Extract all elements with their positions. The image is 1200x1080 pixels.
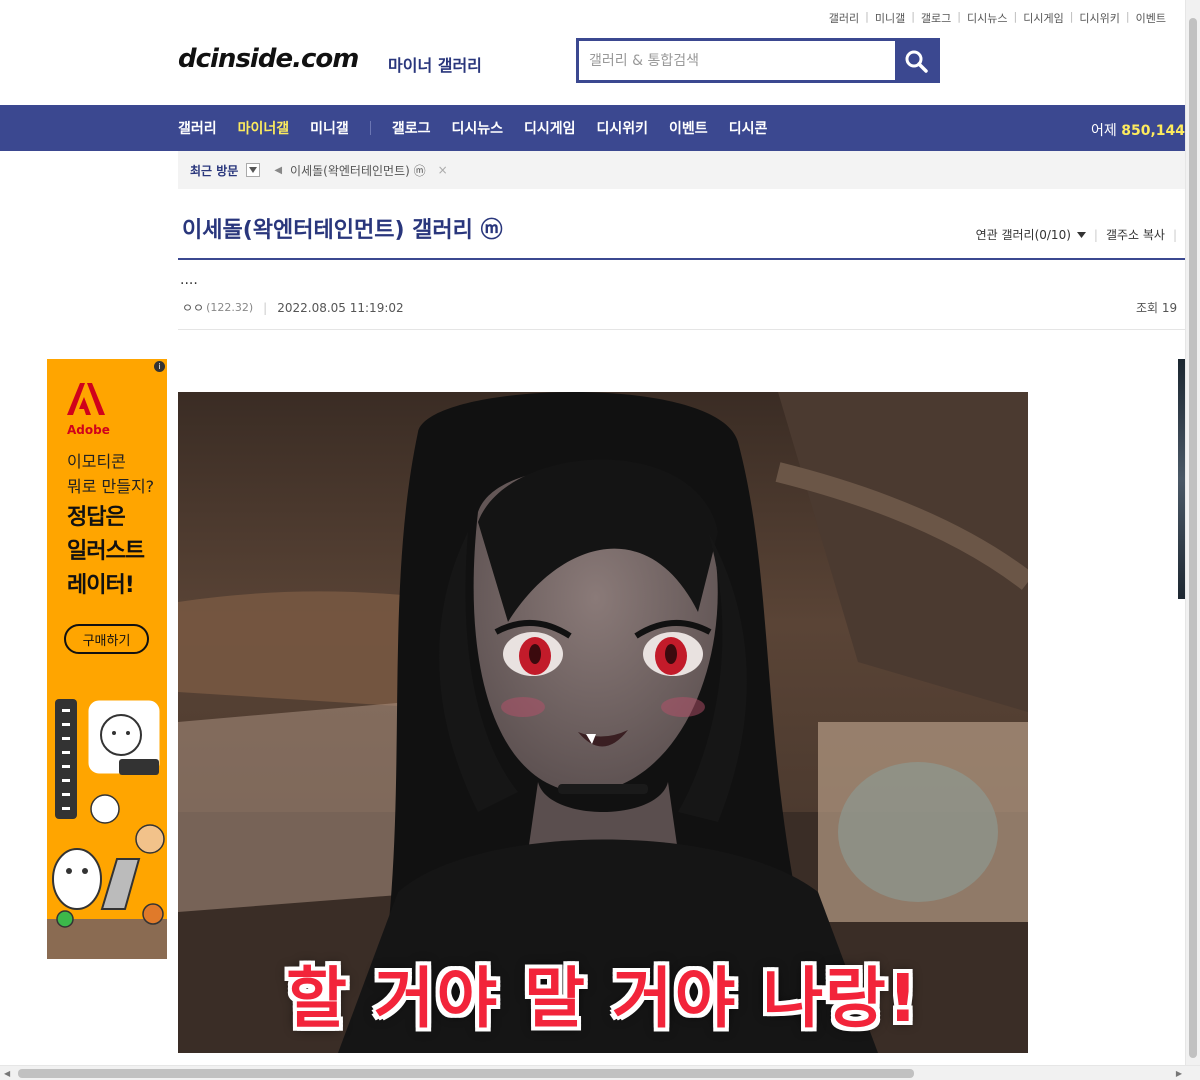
visitor-count: 어제 850,144 [1091, 120, 1185, 140]
ad-info-icon[interactable]: i [154, 361, 165, 372]
ad-brand: Adobe [67, 423, 110, 437]
nav-gallery[interactable]: 갤러리 [178, 118, 217, 138]
copy-address-button[interactable]: 갤주소 복사 [1106, 226, 1165, 243]
recent-visits-dropdown[interactable] [246, 163, 261, 177]
minor-gallery-label[interactable]: 마이너 갤러리 [388, 52, 482, 76]
post-date: 2022.08.05 11:19:02 [277, 300, 404, 315]
post-header-divider [178, 329, 1185, 330]
ad-question-line-2: 뭐로 만들지? [67, 477, 155, 496]
minor-badge-icon: ⓜ [480, 218, 503, 243]
util-link-wiki[interactable]: 디시위키 [1073, 10, 1125, 26]
ad-answer-line-2: 일러스트 [67, 539, 145, 564]
post-meta: ㅇㅇ (122.32) | 2022.08.05 11:19:02 [182, 299, 404, 316]
vertical-scrollbar[interactable] [1185, 0, 1200, 1065]
nav-game[interactable]: 디시게임 [524, 118, 576, 138]
nav-divider [369, 121, 371, 135]
image-caption: 할 거야 말 거야 나랑! [286, 960, 920, 1037]
scroll-right-icon[interactable]: ▶ [1176, 1069, 1182, 1078]
search-box [576, 38, 940, 83]
ad-question-line-1: 이모티콘 [67, 452, 126, 471]
recent-visits-bar: 최근 방문 ◀ 이세돌(왁엔터테인먼트) ⓜ × [178, 151, 1185, 189]
caret-down-icon [249, 167, 258, 173]
main-nav: 갤러리 마이너갤 미니갤 갤로그 디시뉴스 디시게임 디시위키 이벤트 디시콘 … [0, 105, 1185, 151]
util-link-event[interactable]: 이벤트 [1130, 10, 1172, 26]
nav-event[interactable]: 이벤트 [669, 118, 708, 138]
ad-answer: 정답은 일러스트 레이터! [67, 501, 145, 603]
nav-news[interactable]: 디시뉴스 [451, 118, 503, 138]
related-gallery-button[interactable]: 연관 갤러리(0/10) [976, 226, 1071, 243]
util-link-news[interactable]: 디시뉴스 [961, 10, 1013, 26]
recent-visit-item[interactable]: 이세돌(왁엔터테인먼트) ⓜ [290, 162, 426, 179]
caret-down-icon [1076, 231, 1086, 238]
post-title: .... [180, 272, 198, 288]
ad-illustration [47, 699, 167, 959]
util-link-minigall[interactable]: 미니갤 [869, 10, 911, 26]
util-link-gallery[interactable]: 갤러리 [823, 10, 865, 26]
yesterday-count: 850,144 [1121, 123, 1185, 139]
nav-minor-gallery[interactable]: 마이너갤 [238, 118, 290, 138]
ad-question: 이모티콘 뭐로 만들지? [67, 449, 154, 499]
nav-dccon[interactable]: 디시콘 [729, 118, 768, 138]
search-icon [905, 50, 928, 73]
post-image[interactable]: 할 거야 말 거야 나랑! [178, 392, 1028, 1053]
prev-arrow-icon[interactable]: ◀ [274, 165, 282, 176]
side-advertisement[interactable]: i Adobe 이모티콘 뭐로 만들지? 정답은 일러스트 레이터! 구매하기 [47, 359, 167, 959]
nav-gallog[interactable]: 갤로그 [392, 118, 431, 138]
close-icon[interactable]: × [438, 163, 448, 177]
horizontal-scrollbar[interactable]: ◀ ▶ [0, 1065, 1200, 1080]
gallery-title[interactable]: 이세돌(왁엔터테인먼트) 갤러리 ⓜ [182, 212, 503, 244]
ad-buy-button[interactable]: 구매하기 [64, 624, 149, 654]
horizontal-scroll-thumb[interactable] [18, 1069, 914, 1078]
ad-answer-line-3: 레이터! [67, 573, 135, 598]
recent-visits-label: 최근 방문 [190, 163, 239, 178]
nav-mini-gallery[interactable]: 미니갤 [310, 118, 349, 138]
right-advertisement[interactable] [1178, 359, 1185, 599]
gallery-tools: 연관 갤러리(0/10) | 갤주소 복사 | [975, 226, 1177, 243]
site-logo[interactable]: dcinside.com [178, 44, 359, 74]
search-button[interactable] [895, 41, 937, 80]
search-input[interactable] [579, 41, 895, 80]
scroll-left-icon[interactable]: ◀ [4, 1069, 10, 1078]
adobe-logo-icon [67, 383, 105, 415]
yesterday-label: 어제 [1091, 123, 1117, 139]
vertical-scroll-thumb[interactable] [1189, 18, 1197, 1058]
utility-links: 갤러리 | 미니갤 | 갤로그 | 디시뉴스 | 디시게임 | 디시위키 | 이벤트 [823, 10, 1172, 26]
post-views: 조회 19 [1136, 301, 1178, 315]
util-link-game[interactable]: 디시게임 [1017, 10, 1069, 26]
nav-wiki[interactable]: 디시위키 [597, 118, 649, 138]
util-link-gallog[interactable]: 갤로그 [915, 10, 957, 26]
post-ip: (122.32) [206, 301, 254, 314]
ad-answer-line-1: 정답은 [67, 505, 126, 530]
post-author[interactable]: ㅇㅇ [182, 299, 204, 316]
gallery-title-text: 이세돌(왁엔터테인먼트) 갤러리 [182, 218, 473, 243]
title-divider [178, 258, 1185, 260]
